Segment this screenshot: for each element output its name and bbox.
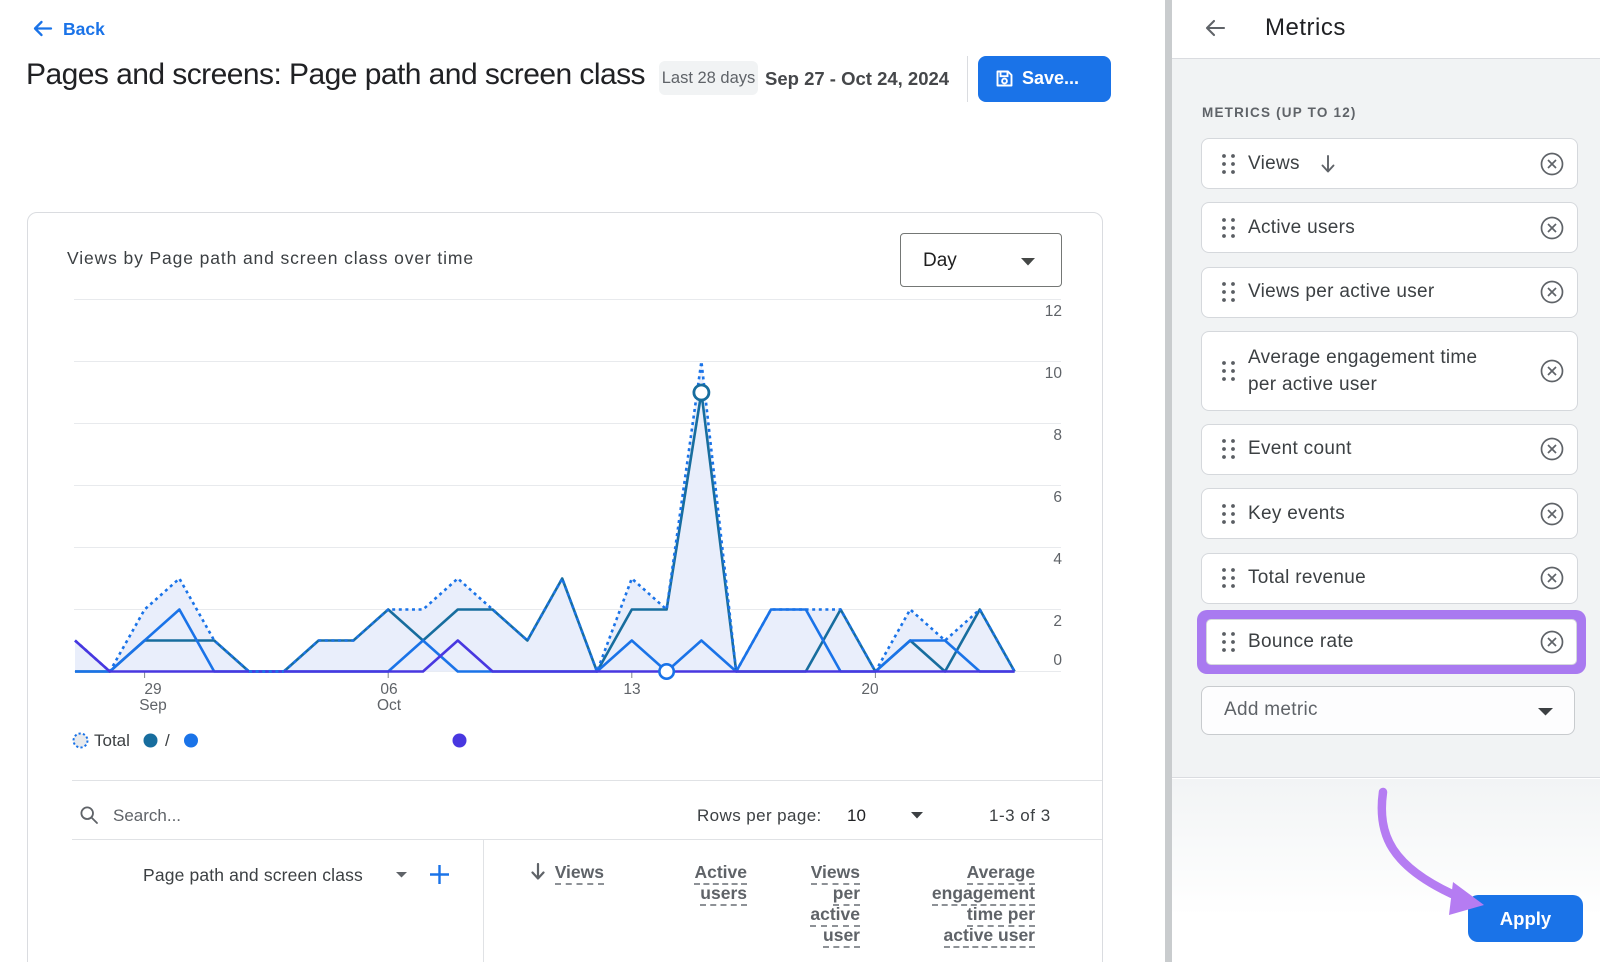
- svg-text:2: 2: [1053, 613, 1062, 630]
- svg-text:29: 29: [144, 681, 161, 698]
- svg-text:6: 6: [1053, 489, 1062, 506]
- svg-text:06: 06: [380, 681, 397, 698]
- svg-text:8: 8: [1053, 427, 1062, 444]
- svg-text:/: /: [165, 731, 170, 750]
- svg-text:0: 0: [1053, 652, 1062, 669]
- svg-text:10: 10: [1045, 365, 1063, 382]
- svg-text:Sep: Sep: [139, 697, 167, 714]
- svg-text:20: 20: [861, 681, 879, 698]
- svg-text:Oct: Oct: [377, 697, 402, 714]
- svg-text:13: 13: [623, 681, 640, 698]
- svg-text:4: 4: [1053, 551, 1062, 568]
- svg-text:12: 12: [1045, 303, 1062, 320]
- svg-text:Total: Total: [94, 731, 130, 750]
